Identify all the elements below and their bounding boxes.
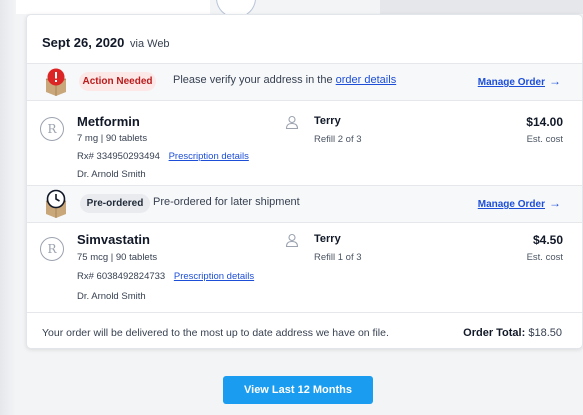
drug-dose: 75 mcg | 90 tablets	[77, 252, 158, 263]
patient-name: Terry	[314, 115, 341, 127]
person-icon	[285, 233, 299, 247]
left-edge-shadow	[0, 0, 16, 415]
order-details-link[interactable]: order details	[336, 74, 397, 86]
manage-order-label: Manage Order	[477, 199, 545, 210]
section-message: Please verify your address in the order …	[173, 74, 396, 86]
refill-count: Refill 2 of 3	[314, 134, 362, 145]
person-icon	[285, 115, 299, 129]
section-message-text: Please verify your address in the	[173, 74, 333, 86]
delivery-note: Your order will be delivered to the most…	[42, 327, 389, 339]
arrow-right-icon: →	[549, 74, 561, 88]
drug-name: Metformin	[77, 114, 140, 129]
manage-order-link[interactable]: Manage Order →	[478, 74, 561, 88]
drug-name: Simvastatin	[77, 232, 150, 247]
refill-count: Refill 1 of 3	[314, 252, 362, 263]
clock-box-icon	[45, 189, 67, 218]
prescription-details-link[interactable]: Prescription details	[174, 271, 254, 282]
alert-box-icon	[45, 68, 67, 96]
item-price: $14.00	[526, 115, 563, 129]
status-badge: Action Needed	[79, 72, 156, 91]
rx-number-line: Rx# 334950293494 Prescription details	[77, 151, 249, 162]
section-message: Pre-ordered for later shipment	[153, 196, 300, 208]
background-panel-top-right	[380, 0, 583, 14]
arrow-right-icon: →	[549, 196, 561, 210]
patient-name: Terry	[314, 233, 341, 245]
doctor-name: Dr. Arnold Smith	[77, 169, 146, 180]
divider	[27, 222, 582, 223]
prescription-details-link[interactable]: Prescription details	[169, 151, 249, 162]
rx-icon: R	[40, 237, 64, 261]
order-source: via Web	[130, 38, 170, 50]
order-date: Sept 26, 2020	[42, 35, 125, 50]
rx-number: Rx# 6038492824733	[77, 271, 166, 282]
manage-order-link[interactable]: Manage Order →	[478, 196, 561, 210]
divider	[27, 312, 582, 313]
divider	[27, 100, 582, 101]
doctor-name: Dr. Arnold Smith	[77, 291, 146, 302]
rx-number-line: Rx# 6038492824733 Prescription details	[77, 271, 254, 282]
order-date-header: Sept 26, 2020 via Web	[42, 35, 170, 50]
order-total: Order Total: $18.50	[463, 327, 562, 339]
rx-icon: R	[40, 117, 64, 141]
rx-number: Rx# 334950293494	[77, 151, 160, 162]
price-note: Est. cost	[526, 252, 563, 263]
order-total-value: $18.50	[528, 327, 562, 339]
item-price: $4.50	[532, 233, 563, 247]
order-card: Sept 26, 2020 via Web Action Needed Plea…	[26, 14, 583, 349]
price-note: Est. cost	[526, 134, 563, 145]
order-total-label: Order Total:	[463, 327, 526, 339]
manage-order-label: Manage Order	[477, 77, 545, 88]
background-panel-top-left	[0, 0, 210, 14]
view-last-12-months-button[interactable]: View Last 12 Months	[223, 376, 373, 404]
section-header-pre-ordered: Pre-ordered Pre-ordered for later shipme…	[27, 186, 582, 222]
section-header-action-needed: Action Needed Please verify your address…	[27, 64, 582, 100]
status-badge: Pre-ordered	[80, 194, 150, 213]
drug-dose: 7 mg | 90 tablets	[77, 133, 148, 144]
section-message-text: Pre-ordered for later shipment	[153, 196, 300, 208]
